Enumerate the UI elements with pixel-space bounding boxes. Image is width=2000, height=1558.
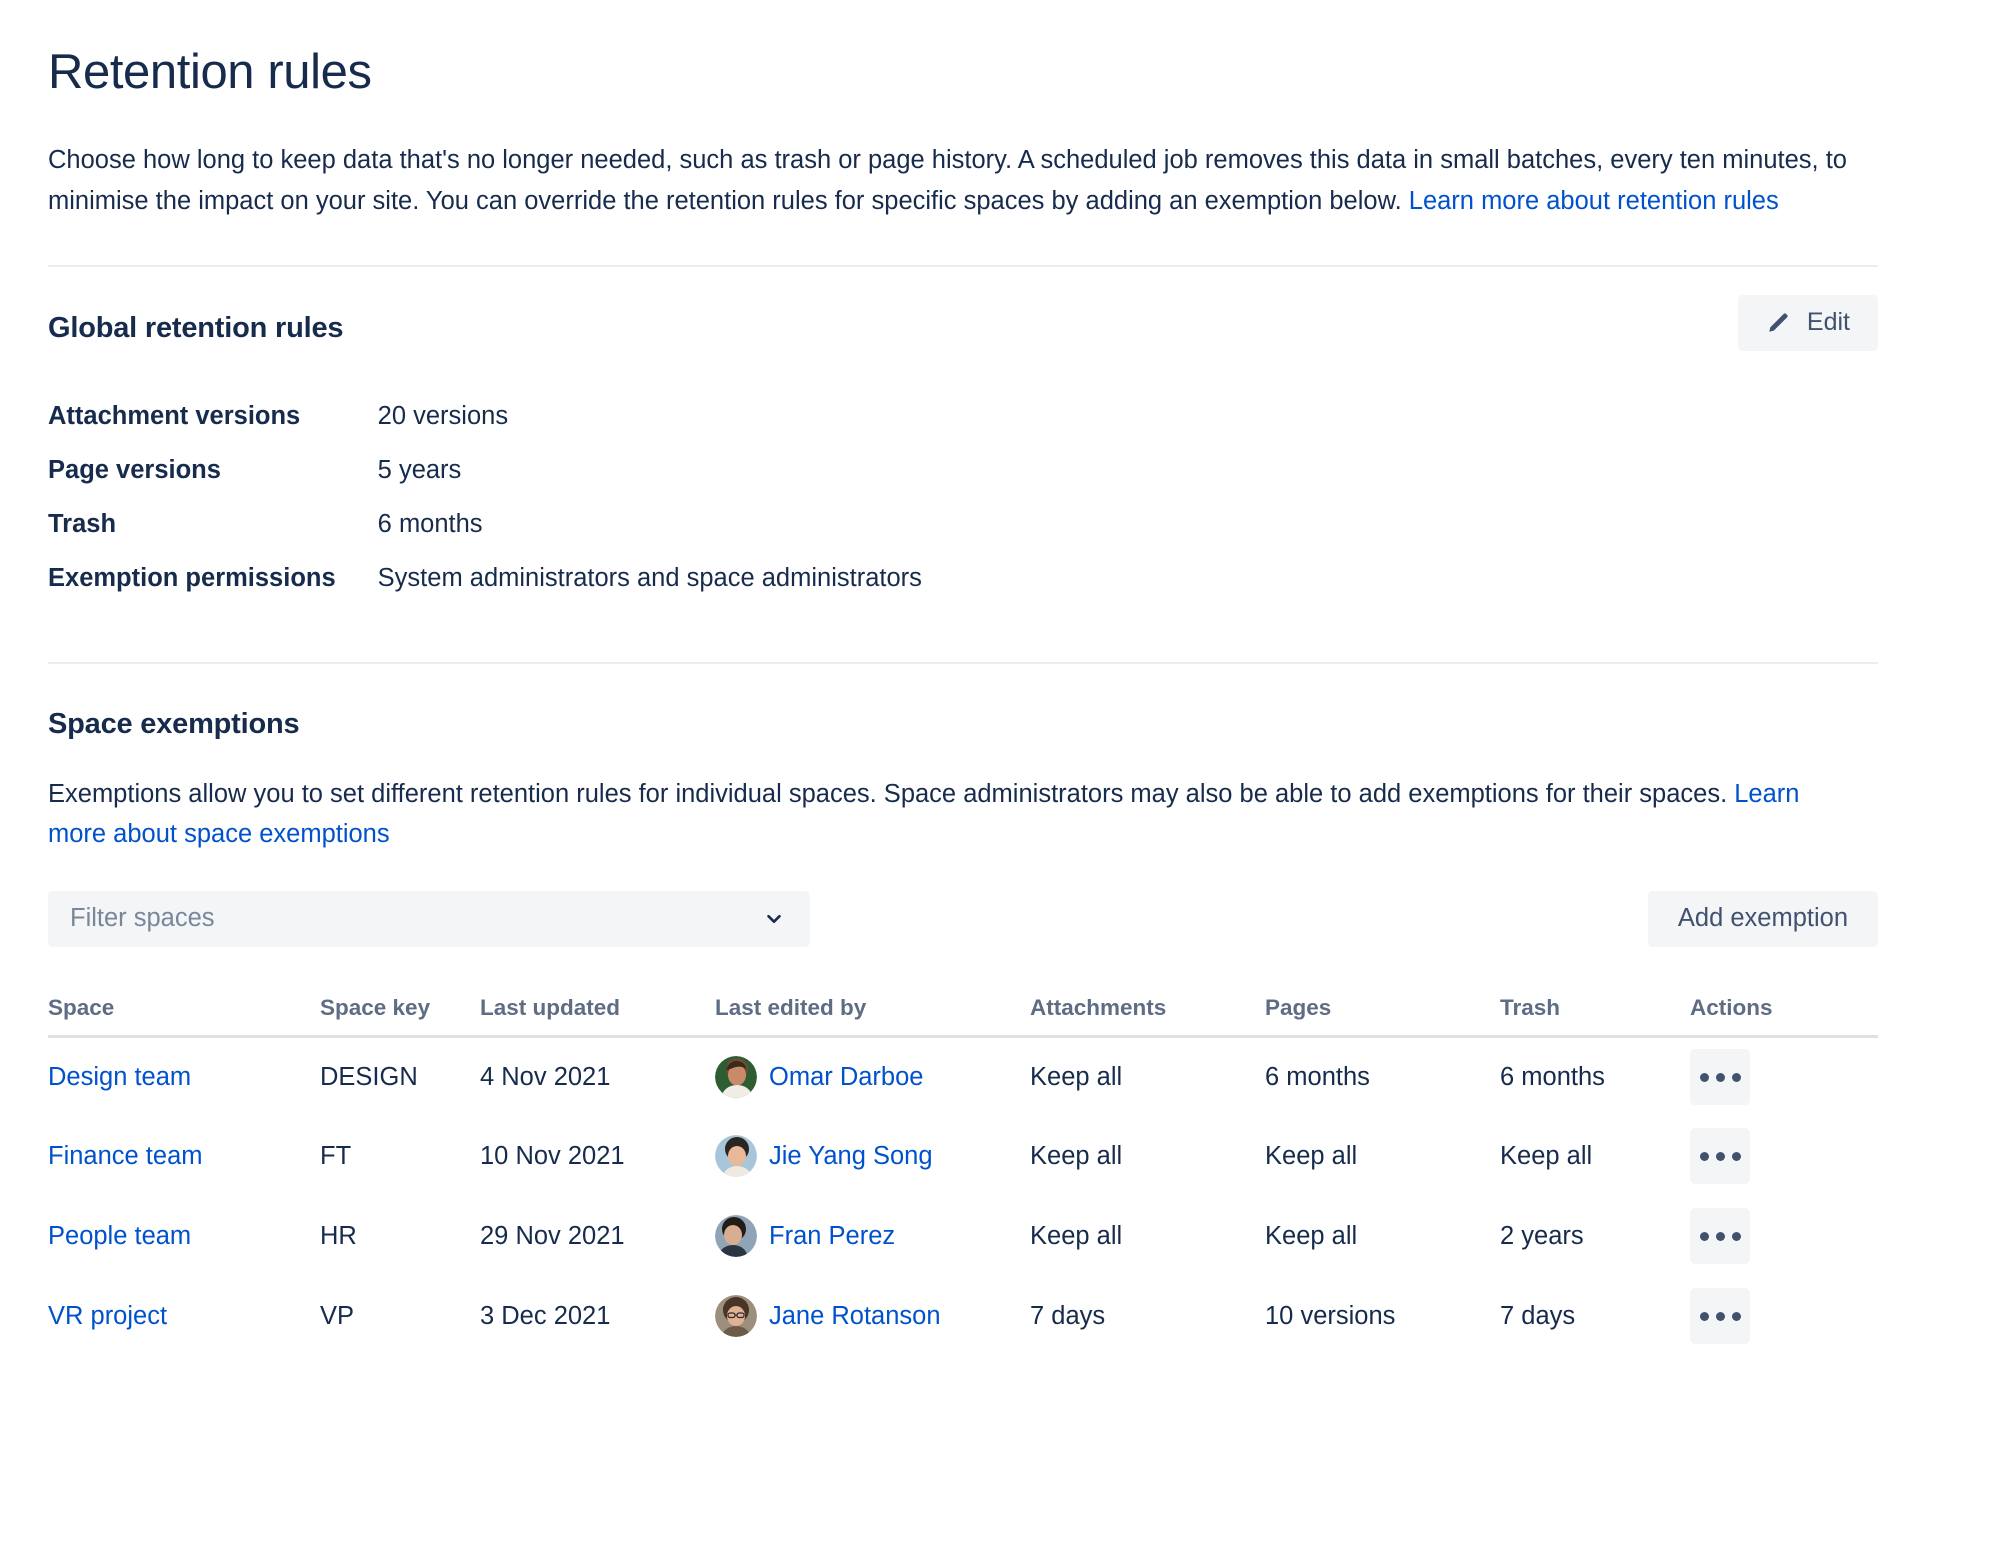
cell-space: Finance team [48, 1116, 320, 1196]
filter-spaces-select[interactable]: Filter spaces [48, 890, 810, 947]
space-link-people-team[interactable]: People team [48, 1222, 191, 1250]
cell-pages: 6 months [1265, 1062, 1370, 1091]
table-header-row: Space Space key Last updated Last edited… [48, 994, 1878, 1038]
rule-label-exemption-permissions: Exemption permissions [48, 563, 336, 592]
cell-trash: Keep all [1500, 1141, 1593, 1170]
cell-pages: Keep all [1265, 1221, 1358, 1250]
retention-rules-page: Retention rules Choose how long to keep … [0, 0, 2000, 1356]
cell-space: Design team [48, 1036, 320, 1116]
space-exemptions-heading: Space exemptions [48, 707, 300, 740]
cell-last-edited-by: Fran Perez [715, 1196, 1030, 1276]
rule-value-exemption-permissions: System administrators and space administ… [377, 563, 922, 592]
column-header-space: Space [48, 994, 320, 1038]
cell-last-updated: 4 Nov 2021 [480, 1062, 611, 1091]
cell-pages: Keep all [1265, 1141, 1358, 1170]
cell-last-edited-by: Omar Darboe [715, 1036, 1030, 1116]
table-row: VR project VP 3 Dec 2021 Jane Rotanson 7… [48, 1276, 1878, 1356]
add-exemption-button[interactable]: Add exemption [1647, 890, 1878, 947]
rule-value-page-versions: 5 years [377, 455, 462, 484]
cell-space-key: HR [320, 1221, 357, 1250]
table-body: Design team DESIGN 4 Nov 2021 Omar Darbo… [48, 1036, 1878, 1356]
cell-attachments: 7 days [1030, 1301, 1106, 1330]
cell-actions [1690, 1276, 1878, 1356]
editor-link-jane-rotanson[interactable]: Jane Rotanson [769, 1302, 941, 1331]
space-exemptions-table: Space Space key Last updated Last edited… [48, 994, 1878, 1357]
cell-actions [1690, 1196, 1878, 1276]
global-retention-rules-heading: Global retention rules [48, 311, 344, 344]
space-link-design-team[interactable]: Design team [48, 1063, 191, 1091]
cell-pages: 10 versions [1265, 1301, 1396, 1330]
column-header-last-edited-by: Last edited by [715, 994, 1030, 1038]
avatar [715, 1215, 757, 1258]
cell-last-updated: 29 Nov 2021 [480, 1221, 625, 1250]
cell-trash: 7 days [1500, 1301, 1576, 1330]
cell-trash: 6 months [1500, 1062, 1605, 1091]
cell-attachments: Keep all [1030, 1221, 1123, 1250]
learn-more-retention-rules-link[interactable]: Learn more about retention rules [1409, 187, 1779, 215]
more-actions-icon[interactable] [1690, 1208, 1750, 1265]
editor-link-fran-perez[interactable]: Fran Perez [769, 1222, 895, 1251]
rule-value-attachment-versions: 20 versions [377, 401, 509, 430]
editor-link-omar-darboe[interactable]: Omar Darboe [769, 1063, 923, 1092]
table-row: People team HR 29 Nov 2021 Fran Perez Ke… [48, 1196, 1878, 1276]
rule-label-trash: Trash [48, 509, 117, 538]
cell-space-key: DESIGN [320, 1062, 418, 1091]
cell-attachments: Keep all [1030, 1141, 1123, 1170]
table-row: Finance team FT 10 Nov 2021 Jie Yang Son… [48, 1116, 1878, 1196]
avatar [715, 1295, 757, 1338]
column-header-last-updated: Last updated [480, 994, 715, 1038]
column-header-actions: Actions [1690, 994, 1878, 1038]
cell-actions [1690, 1116, 1878, 1196]
page-title: Retention rules [48, 45, 372, 99]
rule-label-attachment-versions: Attachment versions [48, 401, 301, 430]
column-header-pages: Pages [1265, 994, 1500, 1038]
column-header-space-key: Space key [320, 994, 480, 1038]
exemptions-controls: Filter spaces Add exemption [48, 890, 1878, 947]
avatar [715, 1135, 757, 1178]
divider-middle [48, 661, 1878, 664]
global-retention-rules-header: Global retention rules Edit [48, 294, 1878, 351]
global-rules-list: Attachment versions 20 versions Page ver… [48, 389, 1878, 605]
space-exemptions-description: Exemptions allow you to set different re… [48, 774, 1848, 854]
edit-button-label: Edit [1806, 308, 1850, 337]
page-intro: Choose how long to keep data that's no l… [48, 140, 1878, 222]
cell-last-edited-by: Jane Rotanson [715, 1276, 1030, 1356]
cell-last-updated: 3 Dec 2021 [480, 1301, 611, 1330]
table-header: Space Space key Last updated Last edited… [48, 994, 1878, 1038]
cell-trash: 2 years [1500, 1221, 1584, 1250]
cell-last-edited-by: Jie Yang Song [715, 1116, 1030, 1196]
rule-label-page-versions: Page versions [48, 455, 221, 484]
table-row: Design team DESIGN 4 Nov 2021 Omar Darbo… [48, 1036, 1878, 1116]
more-actions-icon[interactable] [1690, 1049, 1750, 1106]
cell-space: VR project [48, 1276, 320, 1356]
space-exemptions-description-text: Exemptions allow you to set different re… [48, 779, 1735, 808]
column-header-attachments: Attachments [1030, 994, 1265, 1038]
cell-space-key: VP [320, 1301, 355, 1330]
chevron-down-icon [762, 907, 786, 931]
cell-actions [1690, 1036, 1878, 1116]
divider-top [48, 264, 1878, 267]
cell-space: People team [48, 1196, 320, 1276]
cell-attachments: Keep all [1030, 1062, 1123, 1091]
more-actions-icon[interactable] [1690, 1128, 1750, 1185]
rule-value-trash: 6 months [377, 509, 483, 538]
cell-last-updated: 10 Nov 2021 [480, 1141, 625, 1170]
avatar [715, 1056, 757, 1099]
column-header-trash: Trash [1500, 994, 1690, 1038]
more-actions-icon[interactable] [1690, 1288, 1750, 1345]
filter-spaces-placeholder: Filter spaces [70, 904, 215, 933]
space-link-vr-project[interactable]: VR project [48, 1302, 167, 1330]
pencil-icon [1766, 310, 1791, 335]
space-link-finance-team[interactable]: Finance team [48, 1142, 203, 1170]
editor-link-jie-yang-song[interactable]: Jie Yang Song [769, 1142, 933, 1171]
edit-button[interactable]: Edit [1737, 294, 1878, 351]
cell-space-key: FT [320, 1141, 352, 1170]
